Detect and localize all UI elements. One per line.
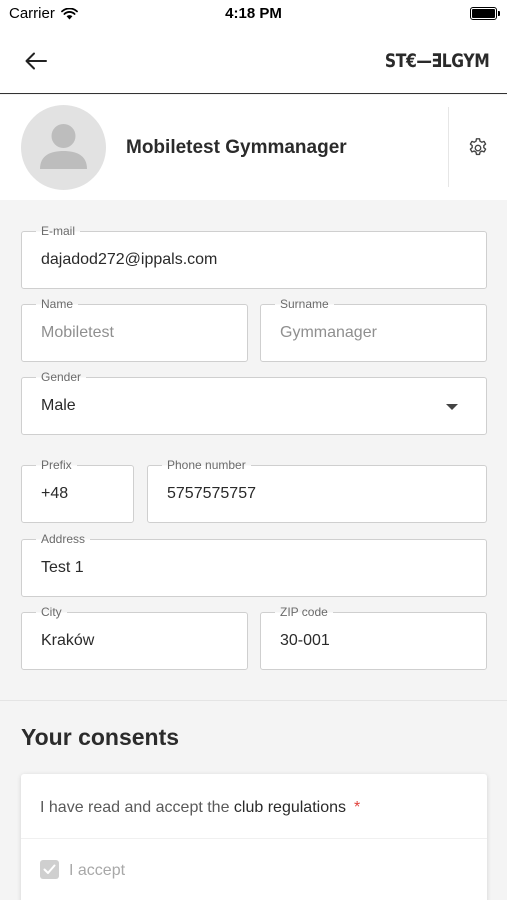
card-divider — [21, 838, 487, 839]
email-label: E-mail — [36, 224, 81, 239]
email-field[interactable]: E-mail dajadod272@ippals.com — [21, 224, 487, 289]
user-silhouette-icon — [40, 124, 87, 169]
profile-name: Mobiletest Gymmanager — [126, 137, 347, 158]
chevron-down-icon — [446, 404, 458, 410]
gear-icon — [469, 138, 487, 156]
prefix-field[interactable]: Prefix +48 — [21, 458, 134, 523]
accept-checkbox[interactable] — [40, 860, 59, 879]
status-time: 4:18 PM — [225, 5, 282, 22]
name-label: Name — [36, 297, 79, 312]
arrow-left-icon — [25, 52, 47, 70]
accept-label: I accept — [69, 862, 126, 879]
name-field[interactable]: Name Mobiletest — [21, 297, 248, 362]
zip-field[interactable]: ZIP code 30-001 — [260, 605, 487, 670]
zip-value: 30-001 — [280, 632, 330, 649]
consent-text: I have read and accept the club regulati… — [40, 799, 360, 817]
email-value: dajadod272@ippals.com — [41, 251, 218, 268]
consent-text-prefix: I have read and accept the — [40, 799, 234, 816]
club-regulations-link[interactable]: club regulations — [234, 799, 346, 816]
top-navbar: ST€—∃LGYM — [0, 30, 507, 94]
avatar[interactable] — [21, 105, 106, 190]
surname-value: Gymmanager — [280, 324, 377, 341]
prefix-label: Prefix — [36, 458, 77, 473]
status-bar: Carrier 4:18 PM — [0, 0, 507, 30]
city-value: Kraków — [41, 632, 95, 649]
zip-label: ZIP code — [275, 605, 333, 620]
gym-logo: ST€—∃LGYM — [384, 50, 490, 72]
back-button[interactable] — [18, 46, 54, 76]
checkmark-icon — [43, 864, 56, 874]
required-mark: * — [354, 799, 361, 816]
phone-value: 5757575757 — [167, 485, 256, 502]
city-label: City — [36, 605, 67, 620]
gender-label: Gender — [36, 370, 87, 385]
address-value: Test 1 — [41, 559, 84, 576]
header-divider — [448, 107, 449, 187]
address-label: Address — [36, 532, 91, 547]
name-value: Mobiletest — [41, 324, 114, 341]
surname-field[interactable]: Surname Gymmanager — [260, 297, 487, 362]
profile-header: Mobiletest Gymmanager — [0, 95, 507, 200]
city-field[interactable]: City Kraków — [21, 605, 248, 670]
gender-value: Male — [41, 397, 76, 414]
battery-icon — [470, 7, 500, 20]
phone-field[interactable]: Phone number 5757575757 — [147, 458, 487, 523]
consent-card: I have read and accept the club regulati… — [21, 774, 487, 900]
phone-label: Phone number — [162, 458, 251, 473]
surname-label: Surname — [275, 297, 334, 312]
consents-title: Your consents — [21, 724, 180, 750]
settings-button[interactable] — [465, 135, 491, 161]
prefix-value: +48 — [41, 485, 69, 502]
gender-select[interactable]: Gender Male — [21, 370, 487, 435]
address-field[interactable]: Address Test 1 — [21, 532, 487, 597]
section-divider — [0, 700, 507, 701]
